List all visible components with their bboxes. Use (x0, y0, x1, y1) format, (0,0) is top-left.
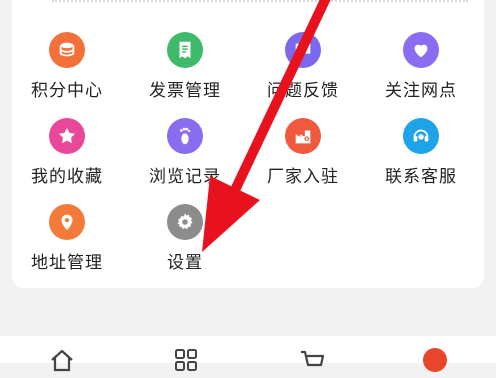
location-pin-icon (49, 204, 85, 240)
cart-icon[interactable] (298, 346, 326, 367)
menu-item-label: 问题反馈 (267, 81, 339, 101)
menu-item-label: 我的收藏 (31, 167, 103, 187)
menu-item-label: 积分中心 (31, 81, 103, 101)
menu-item-invoice-management[interactable]: 发票管理 (126, 28, 244, 114)
menu-item-label: 浏览记录 (149, 167, 221, 187)
home-icon[interactable] (48, 346, 76, 372)
invoice-icon (167, 32, 203, 68)
bottom-tab-bar (0, 336, 496, 372)
heart-icon (403, 32, 439, 68)
menu-item-browsing-history[interactable]: 浏览记录 (126, 114, 244, 200)
menu-item-address-management[interactable]: 地址管理 (8, 200, 126, 286)
menu-item-my-favorites[interactable]: 我的收藏 (8, 114, 126, 200)
category-icon[interactable] (172, 346, 200, 371)
menu-item-customer-service[interactable]: 联系客服 (362, 114, 480, 200)
menu-item-label: 设置 (167, 253, 203, 273)
gear-icon (167, 204, 203, 240)
services-grid: 积分中心 发票管理 ? 问题反馈 关注网点 我的收藏 浏览记录 厂家入驻 联系客… (8, 28, 480, 280)
menu-item-settings[interactable]: 设置 (126, 200, 244, 286)
menu-item-label: 地址管理 (31, 253, 103, 273)
profile-icon[interactable] (421, 346, 449, 372)
feedback-icon: ? (285, 32, 321, 68)
star-icon (49, 118, 85, 154)
menu-item-label: 关注网点 (385, 81, 457, 101)
coins-icon (49, 32, 85, 68)
svg-text:?: ? (301, 44, 305, 54)
menu-item-feedback[interactable]: ? 问题反馈 (244, 28, 362, 114)
menu-item-label: 联系客服 (385, 167, 457, 187)
menu-item-manufacturer-join[interactable]: 厂家入驻 (244, 114, 362, 200)
menu-item-points-center[interactable]: 积分中心 (8, 28, 126, 114)
factory-icon (285, 118, 321, 154)
divider (52, 0, 468, 2)
menu-item-followed-outlets[interactable]: 关注网点 (362, 28, 480, 114)
menu-item-label: 发票管理 (149, 81, 221, 101)
footprint-icon (167, 118, 203, 154)
menu-item-label: 厂家入驻 (267, 167, 339, 187)
headset-icon (403, 118, 439, 154)
